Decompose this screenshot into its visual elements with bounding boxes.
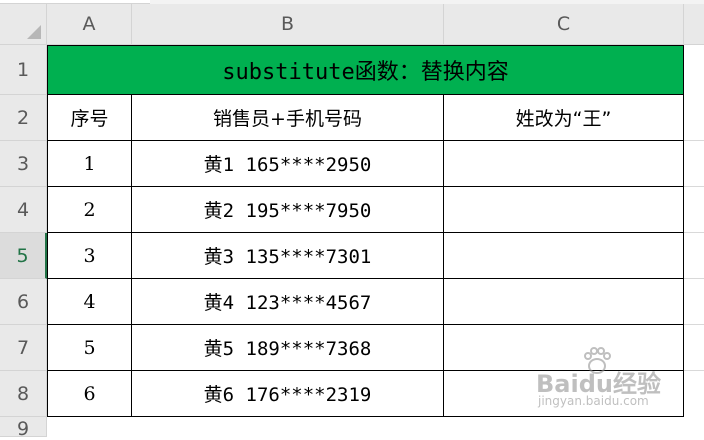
- row-header-5[interactable]: 5: [0, 233, 47, 279]
- title-cell[interactable]: substitute函数：替换内容: [47, 45, 684, 95]
- empty-cell[interactable]: [684, 325, 704, 371]
- cell-index[interactable]: 2: [47, 187, 132, 233]
- row-header-1[interactable]: 1: [0, 45, 47, 95]
- empty-cell[interactable]: [684, 233, 704, 279]
- cell-index[interactable]: 6: [47, 371, 132, 417]
- row-header-4[interactable]: 4: [0, 187, 47, 233]
- column-header-a[interactable]: A: [47, 4, 132, 45]
- empty-cell[interactable]: [684, 279, 704, 325]
- row-header-7[interactable]: 7: [0, 325, 47, 371]
- header-cell-salesperson-phone[interactable]: 销售员+手机号码: [132, 95, 444, 141]
- column-header-c[interactable]: C: [444, 4, 684, 45]
- cell-salesperson-phone[interactable]: 黄2 195****7950: [132, 187, 444, 233]
- cell-index[interactable]: 5: [47, 325, 132, 371]
- cell-result[interactable]: [444, 141, 684, 187]
- empty-cell[interactable]: [684, 95, 704, 141]
- row-header-8[interactable]: 8: [0, 371, 47, 417]
- header-cell-surname-change[interactable]: 姓改为“王”: [444, 95, 684, 141]
- cell-result[interactable]: [444, 279, 684, 325]
- header-cell-index[interactable]: 序号: [47, 95, 132, 141]
- cell-result[interactable]: [444, 325, 684, 371]
- cell-result[interactable]: [444, 187, 684, 233]
- column-header-b[interactable]: B: [132, 4, 444, 45]
- row-header-3[interactable]: 3: [0, 141, 47, 187]
- cell-salesperson-phone[interactable]: 黄4 123****4567: [132, 279, 444, 325]
- cell-index[interactable]: 1: [47, 141, 132, 187]
- row-header-9[interactable]: 9: [0, 417, 47, 440]
- row-header-6[interactable]: 6: [0, 279, 47, 325]
- cell-salesperson-phone[interactable]: 黄1 165****2950: [132, 141, 444, 187]
- column-header-d[interactable]: [684, 4, 704, 45]
- cell-salesperson-phone[interactable]: 黄6 176****2319: [132, 371, 444, 417]
- select-all-corner[interactable]: [0, 4, 47, 45]
- cell-index[interactable]: 4: [47, 279, 132, 325]
- select-all-triangle-icon: [27, 25, 41, 39]
- cell-result[interactable]: [444, 371, 684, 417]
- cell-index[interactable]: 3: [47, 233, 132, 279]
- row-header-2[interactable]: 2: [0, 95, 47, 141]
- empty-cell[interactable]: [684, 141, 704, 187]
- cell-result[interactable]: [444, 233, 684, 279]
- empty-cell[interactable]: [684, 187, 704, 233]
- cell-salesperson-phone[interactable]: 黄5 189****7368: [132, 325, 444, 371]
- cell-salesperson-phone[interactable]: 黄3 135****7301: [132, 233, 444, 279]
